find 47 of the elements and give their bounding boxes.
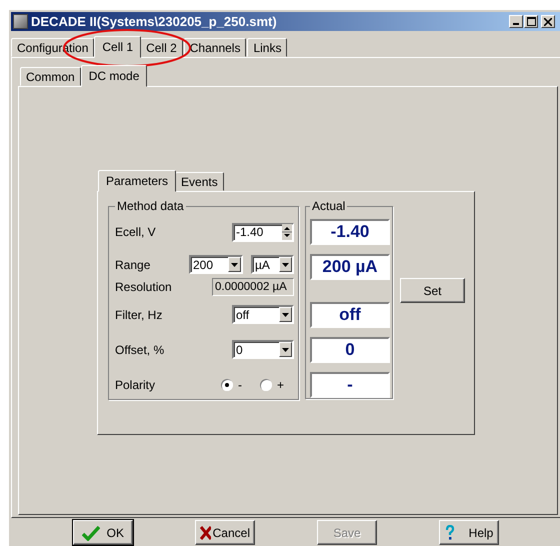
resolution-field: 0.0000002 µA <box>212 278 294 296</box>
field-label: Range <box>115 258 152 272</box>
tab[interactable]: Parameters <box>98 170 176 192</box>
tab[interactable]: Links <box>247 38 288 57</box>
maximize-icon <box>526 17 536 26</box>
window-title: DECADE II(Systems\230205_p_250.smt) <box>31 14 278 29</box>
minimize-button[interactable] <box>509 15 523 28</box>
tab[interactable]: Common <box>20 67 81 86</box>
close-icon <box>544 18 552 26</box>
readout-display: - <box>310 372 390 398</box>
cross-icon <box>200 526 211 540</box>
dropdown[interactable]: off <box>232 305 294 324</box>
field-label: Offset, % <box>115 342 166 356</box>
radio-button[interactable] <box>220 378 233 390</box>
dialog-button[interactable]: Cancel <box>195 520 255 545</box>
question-icon <box>444 524 455 540</box>
radio-option[interactable]: - <box>220 378 242 392</box>
range-dropdown[interactable]: 200 <box>189 255 243 274</box>
field-label: Resolution <box>115 280 173 294</box>
readout-display: 0 <box>310 337 390 363</box>
dropdown[interactable]: 0 <box>232 340 294 359</box>
readout-display: 200 µA <box>310 254 390 280</box>
unit-dropdown[interactable]: µA <box>251 255 294 274</box>
tab[interactable]: Cell 1 <box>94 36 142 58</box>
spin-arrows-icon[interactable] <box>282 224 292 240</box>
tab[interactable]: Events <box>175 172 224 191</box>
readout-display: -1.40 <box>310 219 390 245</box>
set-button[interactable]: Set <box>400 278 465 303</box>
dialog-button[interactable]: Help <box>439 520 499 545</box>
field-label: Ecell, V <box>115 225 157 239</box>
dialog-button[interactable]: OK <box>73 520 133 545</box>
radio-button[interactable] <box>260 378 272 390</box>
radio-option[interactable]: + <box>260 378 284 392</box>
minimize-icon <box>513 23 519 25</box>
spin-field[interactable]: -1.40 <box>232 222 294 242</box>
tab[interactable]: DC mode <box>80 65 148 87</box>
group-title: Actual <box>311 199 346 213</box>
tab[interactable]: Channels <box>184 38 246 57</box>
group-title: Method data <box>116 199 185 213</box>
maximize-button[interactable] <box>524 15 538 28</box>
tab[interactable]: Cell 2 <box>140 38 183 57</box>
close-button[interactable] <box>541 15 555 28</box>
app-icon <box>13 14 28 29</box>
readout-display: off <box>310 302 390 328</box>
checkmark-icon <box>82 524 100 540</box>
field-label: Filter, Hz <box>115 308 164 322</box>
field-label: Polarity <box>115 378 156 392</box>
